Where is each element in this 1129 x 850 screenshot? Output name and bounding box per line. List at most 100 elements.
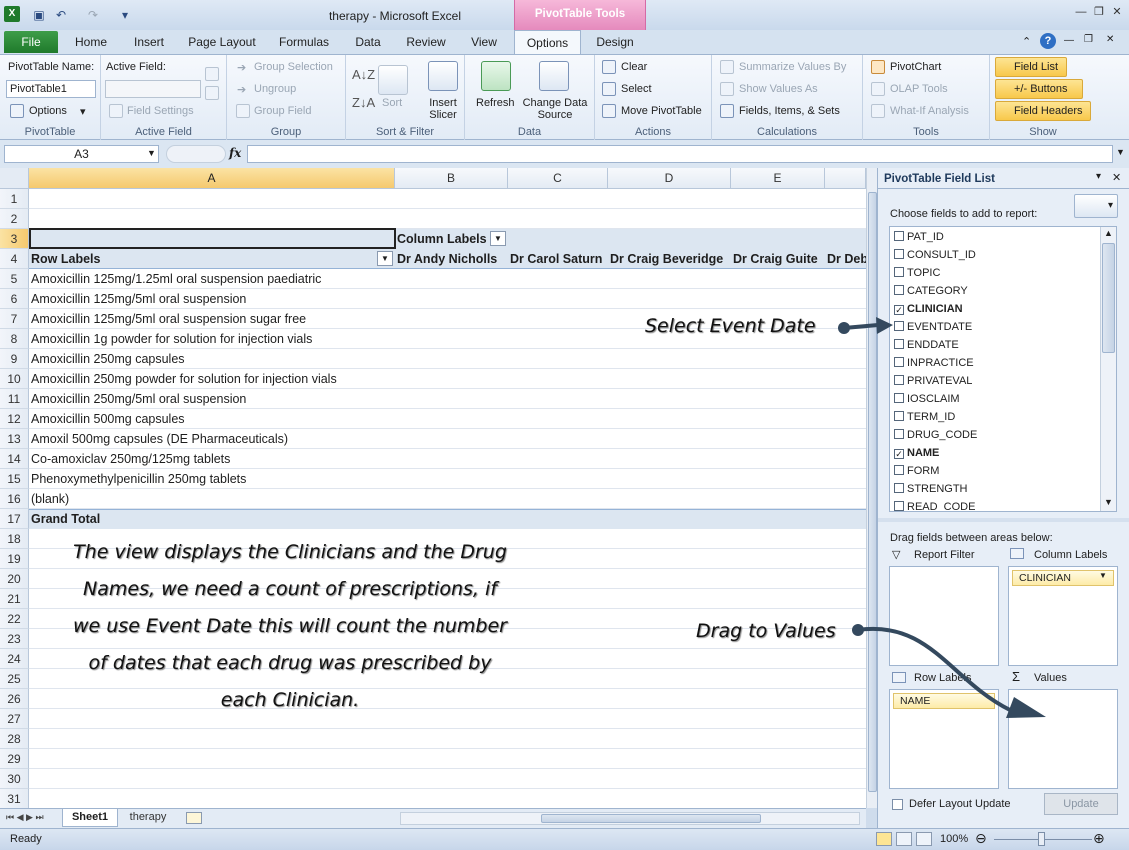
sort-button[interactable]: Sort [382, 97, 402, 109]
field-checkbox[interactable]: ✓ [894, 305, 904, 315]
row-header[interactable]: 13 [0, 429, 29, 449]
tab-insert[interactable]: Insert [124, 30, 174, 54]
active-field-input[interactable] [105, 80, 201, 98]
column-header-c[interactable]: C [508, 168, 608, 189]
row-header[interactable]: 1 [0, 189, 29, 209]
field-checklist[interactable]: PAT_ID CONSULT_ID TOPIC CATEGORY ✓ CLINICIAN E… [889, 226, 1117, 512]
row-header[interactable]: 24 [0, 649, 29, 669]
formula-cancel-icon[interactable] [166, 145, 226, 163]
field-item-consult-id[interactable]: CONSULT_ID [894, 246, 976, 264]
clinician-header[interactable]: Dr Andy Nicholls [395, 249, 497, 269]
options-button[interactable]: Options [29, 105, 67, 117]
worksheet-grid[interactable]: A B C D E Column Labels ▼ Row Labels ▼ D… [0, 168, 866, 808]
field-item-name[interactable]: ✓ NAME [894, 444, 939, 462]
column-header-e[interactable]: E [731, 168, 825, 189]
field-item-read-code[interactable]: READ_CODE [894, 498, 975, 511]
field-item-inpractice[interactable]: INPRACTICE [894, 354, 974, 372]
row-header[interactable]: 4 [0, 249, 29, 269]
insert-function-icon[interactable]: fx [229, 146, 241, 160]
row-header[interactable]: 31 [0, 789, 29, 808]
sheet-tab-therapy[interactable]: therapy [120, 809, 176, 827]
column-chip-dropdown-icon[interactable]: ▼ [1099, 571, 1107, 580]
layout-options-icon[interactable]: ▾ [1074, 194, 1118, 218]
row-header[interactable]: 9 [0, 349, 29, 369]
sheet-tab-sheet1[interactable]: Sheet1 [62, 809, 118, 827]
doc-close-icon[interactable]: ✕ [1106, 34, 1114, 45]
row-header[interactable]: 19 [0, 549, 29, 569]
tab-page-layout[interactable]: Page Layout [182, 30, 262, 54]
pane-close-icon[interactable]: ✕ [1112, 171, 1121, 184]
row-header[interactable]: 7 [0, 309, 29, 329]
active-cell-a3[interactable] [29, 228, 396, 249]
minimize-icon[interactable]: — [1072, 4, 1090, 20]
scroll-down-icon[interactable]: ▼ [1104, 497, 1113, 507]
field-item-eventdate[interactable]: EVENTDATE [894, 318, 972, 336]
tab-file[interactable]: File [4, 31, 58, 53]
field-checkbox[interactable] [894, 411, 904, 421]
scroll-up-icon[interactable]: ▲ [1104, 228, 1113, 238]
row-header[interactable]: 12 [0, 409, 29, 429]
tab-view[interactable]: View [462, 30, 506, 54]
field-checkbox[interactable] [894, 357, 904, 367]
drug-row-label[interactable]: Amoxicillin 250mg capsules [29, 349, 185, 369]
drug-row-label[interactable]: Amoxil 500mg capsules (DE Pharmaceutical… [29, 429, 288, 449]
row-header[interactable]: 5 [0, 269, 29, 289]
clinician-header[interactable]: Dr Carol Saturn [508, 249, 602, 269]
row-header[interactable]: 2 [0, 209, 29, 229]
row-labels-cell[interactable]: Row Labels [29, 249, 100, 269]
zoom-out-icon[interactable]: ⊖ [975, 830, 987, 847]
drug-row-label[interactable]: Amoxicillin 500mg capsules [29, 409, 185, 429]
select-all-corner[interactable] [0, 168, 29, 189]
row-header[interactable]: 27 [0, 709, 29, 729]
options-dropdown-icon[interactable]: ▾ [80, 105, 86, 118]
drug-row-label[interactable]: Amoxicillin 1g powder for solution for i… [29, 329, 312, 349]
fields-items-sets-button[interactable]: Fields, Items, & Sets [739, 105, 840, 117]
column-labels-cell[interactable]: Column Labels [395, 229, 487, 249]
pane-splitter[interactable] [878, 518, 1129, 522]
collapse-ribbon-icon[interactable]: ⌃ [1022, 35, 1031, 48]
expand-formula-bar-icon[interactable]: ▼ [1116, 147, 1125, 157]
report-filter-area[interactable] [889, 566, 999, 666]
field-item-term-id[interactable]: TERM_ID [894, 408, 955, 426]
plus-minus-buttons-toggle[interactable]: +/- Buttons [995, 79, 1083, 99]
field-checkbox[interactable] [894, 483, 904, 493]
field-checkbox[interactable]: ✓ [894, 449, 904, 459]
vertical-scrollbar[interactable] [866, 168, 877, 808]
field-item-iosclaim[interactable]: IOSCLAIM [894, 390, 960, 408]
field-checkbox[interactable] [894, 249, 904, 259]
row-header[interactable]: 10 [0, 369, 29, 389]
field-item-form[interactable]: FORM [894, 462, 939, 480]
horizontal-scrollbar[interactable] [400, 812, 860, 825]
field-checkbox[interactable] [894, 393, 904, 403]
field-item-enddate[interactable]: ENDDATE [894, 336, 959, 354]
zoom-slider-thumb[interactable] [1038, 832, 1045, 846]
scroll-thumb[interactable] [868, 192, 877, 792]
field-list-toggle[interactable]: Field List [995, 57, 1067, 77]
field-headers-toggle[interactable]: Field Headers [995, 101, 1091, 121]
row-header[interactable]: 26 [0, 689, 29, 709]
sort-za-icon[interactable]: Z↓A [352, 95, 375, 110]
summarize-values-button[interactable]: Summarize Values By [739, 61, 846, 73]
field-checkbox[interactable] [894, 375, 904, 385]
pivottable-name-input[interactable]: PivotTable1 [6, 80, 96, 98]
row-header[interactable]: 22 [0, 609, 29, 629]
update-button[interactable]: Update [1044, 793, 1118, 815]
row-labels-filter-icon[interactable]: ▼ [377, 251, 393, 266]
field-checkbox[interactable] [894, 321, 904, 331]
name-box-dropdown-icon[interactable]: ▼ [147, 148, 156, 158]
row-header[interactable]: 6 [0, 289, 29, 309]
field-checkbox[interactable] [894, 339, 904, 349]
column-labels-filter-icon[interactable]: ▼ [490, 231, 506, 246]
field-item-category[interactable]: CATEGORY [894, 282, 968, 300]
field-list-scroll-thumb[interactable] [1102, 243, 1115, 353]
drug-row-label[interactable]: (blank) [29, 489, 69, 509]
field-item-topic[interactable]: TOPIC [894, 264, 940, 282]
row-header[interactable]: 16 [0, 489, 29, 509]
olap-tools-button[interactable]: OLAP Tools [890, 83, 948, 95]
move-pivottable-button[interactable]: Move PivotTable [621, 105, 702, 117]
zoom-level[interactable]: 100% [940, 833, 968, 845]
row-header[interactable]: 20 [0, 569, 29, 589]
field-checkbox[interactable] [894, 501, 904, 511]
change-data-source-button[interactable]: Change Data Source [519, 97, 591, 121]
pane-options-icon[interactable]: ▾ [1096, 171, 1101, 182]
